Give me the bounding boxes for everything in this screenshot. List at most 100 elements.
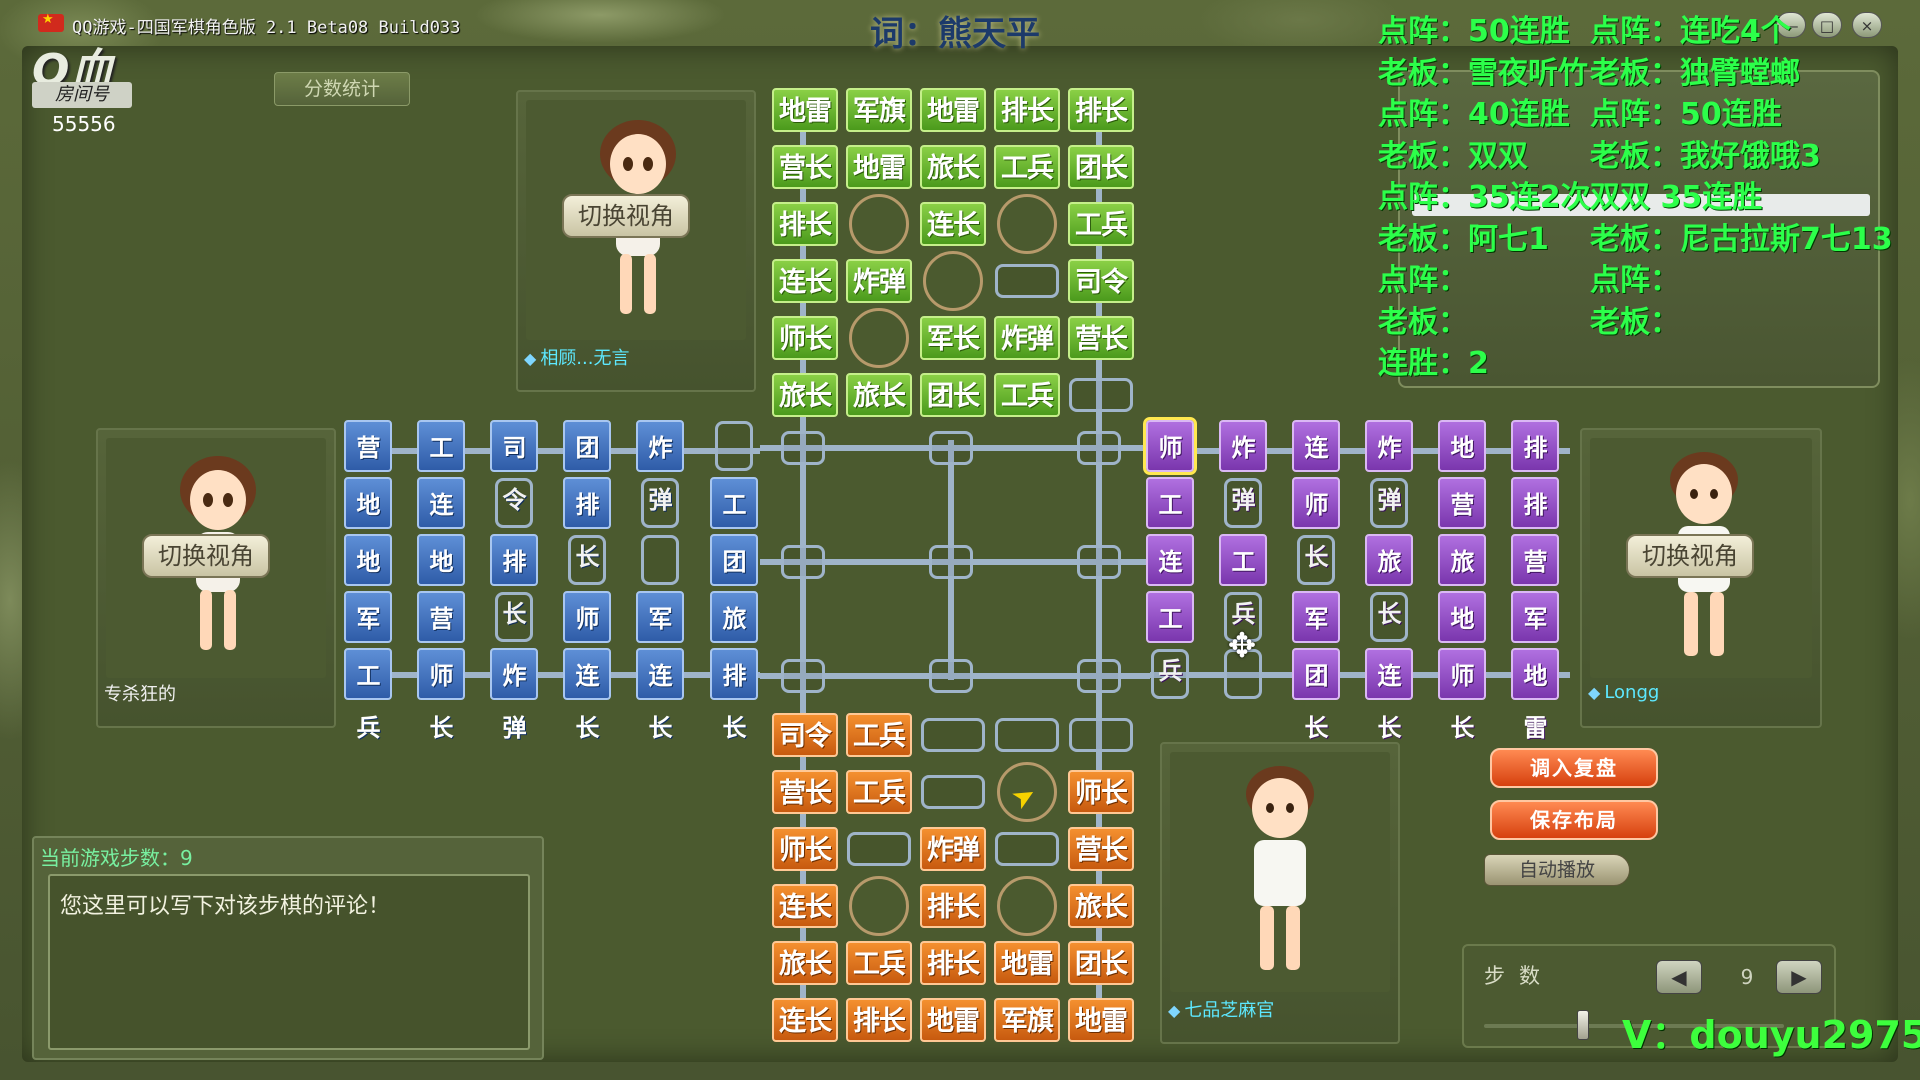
campsite-top[interactable]: [923, 251, 983, 311]
empty-post-right[interactable]: [1370, 592, 1408, 642]
piece-left[interactable]: 军旗: [344, 591, 392, 685]
piece-bottom[interactable]: 旅长: [1068, 884, 1134, 928]
auto-play-button[interactable]: 自动播放: [1484, 854, 1630, 886]
piece-top[interactable]: 地雷: [772, 88, 838, 132]
piece-bottom[interactable]: 师长: [1068, 770, 1134, 814]
comment-textarea[interactable]: 您这里可以写下对该步棋的评论！: [48, 874, 530, 1050]
score-stats-button[interactable]: 分数统计: [274, 72, 410, 106]
junction-post[interactable]: [1077, 431, 1121, 465]
campsite-bottom[interactable]: [997, 876, 1057, 936]
junction-post[interactable]: [1077, 659, 1121, 693]
piece-bottom[interactable]: 团长: [1068, 941, 1134, 985]
piece-top[interactable]: 营长: [772, 145, 838, 189]
piece-right[interactable]: 排长: [1511, 477, 1559, 571]
piece-bottom[interactable]: 地雷: [1068, 998, 1134, 1042]
piece-right[interactable]: 地雷: [1511, 648, 1559, 742]
next-step-button[interactable]: ▶: [1776, 960, 1822, 994]
piece-right[interactable]: 师长: [1143, 417, 1197, 514]
piece-bottom[interactable]: 工兵: [846, 770, 912, 814]
empty-post-bottom[interactable]: [921, 718, 985, 752]
piece-top[interactable]: 连长: [772, 259, 838, 303]
switch-view-button-top[interactable]: 切换视角: [562, 194, 690, 238]
prev-step-button[interactable]: ◀: [1656, 960, 1702, 994]
piece-right[interactable]: 连长: [1146, 534, 1194, 628]
piece-top[interactable]: 排长: [1068, 88, 1134, 132]
piece-bottom[interactable]: 军旗: [994, 998, 1060, 1042]
piece-top[interactable]: 团长: [920, 373, 986, 417]
piece-right[interactable]: 连长: [1292, 420, 1340, 514]
empty-post-left[interactable]: [641, 478, 679, 528]
junction-post[interactable]: [929, 659, 973, 693]
piece-right[interactable]: 连长: [1365, 648, 1413, 742]
piece-bottom[interactable]: 连长: [772, 998, 838, 1042]
junction-post[interactable]: [781, 545, 825, 579]
piece-top[interactable]: 师长: [772, 316, 838, 360]
piece-bottom[interactable]: 旅长: [772, 941, 838, 985]
empty-post-top[interactable]: [1069, 378, 1133, 412]
piece-left[interactable]: 营长: [417, 591, 465, 685]
piece-left[interactable]: 连长: [563, 648, 611, 742]
piece-right[interactable]: 排长: [1511, 420, 1559, 514]
piece-left[interactable]: 工兵: [417, 420, 465, 514]
piece-right[interactable]: 营长: [1438, 477, 1486, 571]
piece-right[interactable]: 地雷: [1438, 420, 1486, 514]
piece-top[interactable]: 连长: [920, 202, 986, 246]
junction-post[interactable]: [781, 659, 825, 693]
piece-top[interactable]: 工兵: [994, 145, 1060, 189]
empty-post-left[interactable]: [715, 421, 753, 471]
empty-post-bottom[interactable]: [995, 718, 1059, 752]
piece-right[interactable]: 旅长: [1365, 534, 1413, 628]
piece-left[interactable]: 工兵: [710, 477, 758, 571]
empty-post-left[interactable]: [641, 535, 679, 585]
piece-bottom[interactable]: 司令: [772, 713, 838, 757]
piece-bottom[interactable]: 营长: [1068, 827, 1134, 871]
piece-right[interactable]: 工兵: [1146, 477, 1194, 571]
piece-bottom[interactable]: 排长: [846, 998, 912, 1042]
piece-left[interactable]: 师长: [563, 591, 611, 685]
piece-top[interactable]: 炸弹: [994, 316, 1060, 360]
switch-view-button-left[interactable]: 切换视角: [142, 534, 270, 578]
piece-right[interactable]: 营长: [1511, 534, 1559, 628]
switch-view-button-right[interactable]: 切换视角: [1626, 534, 1754, 578]
empty-post-top[interactable]: [995, 264, 1059, 298]
piece-right[interactable]: 旅长: [1438, 534, 1486, 628]
junction-post[interactable]: [929, 431, 973, 465]
empty-post-left[interactable]: [568, 535, 606, 585]
piece-left[interactable]: 地雷: [344, 477, 392, 571]
piece-top[interactable]: 团长: [1068, 145, 1134, 189]
junction-post[interactable]: [781, 431, 825, 465]
empty-post-right[interactable]: [1224, 478, 1262, 528]
piece-right[interactable]: 军长: [1292, 591, 1340, 685]
piece-bottom[interactable]: 排长: [920, 941, 986, 985]
piece-top[interactable]: 工兵: [1068, 202, 1134, 246]
piece-top[interactable]: 地雷: [846, 145, 912, 189]
piece-right[interactable]: 炸弹: [1219, 420, 1267, 514]
piece-right[interactable]: 地雷: [1438, 591, 1486, 685]
piece-top[interactable]: 司令: [1068, 259, 1134, 303]
load-replay-button[interactable]: 调入复盘: [1490, 748, 1658, 788]
piece-left[interactable]: 排长: [490, 534, 538, 628]
piece-left[interactable]: 炸弹: [490, 648, 538, 742]
piece-right[interactable]: 师长: [1292, 477, 1340, 571]
piece-right[interactable]: 团长: [1292, 648, 1340, 742]
piece-left[interactable]: 军长: [636, 591, 684, 685]
piece-left[interactable]: 地雷: [417, 534, 465, 628]
piece-bottom[interactable]: 地雷: [994, 941, 1060, 985]
empty-post-left[interactable]: [495, 592, 533, 642]
piece-left[interactable]: 旅长: [710, 591, 758, 685]
campsite-top[interactable]: [849, 308, 909, 368]
empty-post-right[interactable]: [1151, 649, 1189, 699]
empty-post-bottom[interactable]: [1069, 718, 1133, 752]
junction-post[interactable]: [1077, 545, 1121, 579]
close-button[interactable]: ×: [1852, 12, 1882, 38]
piece-bottom[interactable]: 师长: [772, 827, 838, 871]
piece-right[interactable]: 师长: [1438, 648, 1486, 742]
piece-top[interactable]: 排长: [994, 88, 1060, 132]
piece-top[interactable]: 旅长: [772, 373, 838, 417]
piece-bottom[interactable]: 排长: [920, 884, 986, 928]
piece-left[interactable]: 工兵: [344, 648, 392, 742]
piece-top[interactable]: 军旗: [846, 88, 912, 132]
piece-bottom[interactable]: 工兵: [846, 713, 912, 757]
piece-left[interactable]: 团长: [563, 420, 611, 514]
piece-top[interactable]: 工兵: [994, 373, 1060, 417]
